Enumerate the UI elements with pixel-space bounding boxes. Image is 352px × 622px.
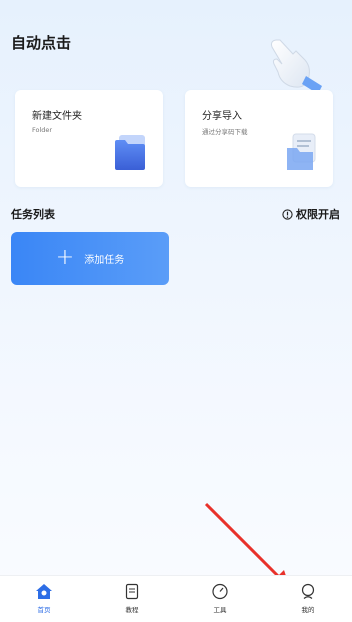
new-folder-title: 新建文件夹 xyxy=(32,111,82,122)
tab-profile-label: 我的 xyxy=(301,606,315,614)
new-folder-subtitle: Folder xyxy=(32,126,53,134)
permission-toggle[interactable]: 权限开启 xyxy=(282,206,340,222)
permission-label: 权限开启 xyxy=(296,208,340,221)
share-import-icon xyxy=(287,133,316,170)
tab-tools-label: 工具 xyxy=(213,606,227,614)
tools-icon xyxy=(212,583,228,600)
folder-icon xyxy=(115,135,145,170)
new-folder-card[interactable]: 新建文件夹 Folder xyxy=(15,90,163,187)
add-task-label: 添加任务 xyxy=(84,255,125,266)
home-icon xyxy=(36,584,52,599)
tab-tools[interactable]: 工具 xyxy=(176,576,264,622)
share-import-title: 分享导入 xyxy=(202,111,242,122)
share-import-card[interactable]: 分享导入 通过分享码下载 xyxy=(185,90,333,187)
shield-icon xyxy=(282,208,293,220)
tab-home[interactable]: 首页 xyxy=(0,576,88,622)
plus-icon: + xyxy=(55,244,75,270)
task-list-heading: 任务列表 xyxy=(11,208,55,221)
profile-icon xyxy=(301,583,315,599)
tab-tutorial-label: 教程 xyxy=(125,606,139,614)
add-task-button[interactable]: + 添加任务 xyxy=(11,232,169,285)
page-title: 自动点击 xyxy=(11,34,72,52)
tutorial-icon xyxy=(125,583,139,600)
tab-tutorial[interactable]: 教程 xyxy=(88,576,176,622)
pointing-hand-illustration xyxy=(271,39,322,94)
home-screen: 自动点击 新建文件夹 Folder 分享导入 通过分享码下载 任务列表 权限开启… xyxy=(0,0,352,622)
bottom-tab-bar: 首页 教程 工具 我的 xyxy=(0,575,352,622)
share-import-subtitle: 通过分享码下载 xyxy=(202,128,248,136)
tab-profile[interactable]: 我的 xyxy=(264,576,352,622)
tab-home-label: 首页 xyxy=(37,606,51,614)
